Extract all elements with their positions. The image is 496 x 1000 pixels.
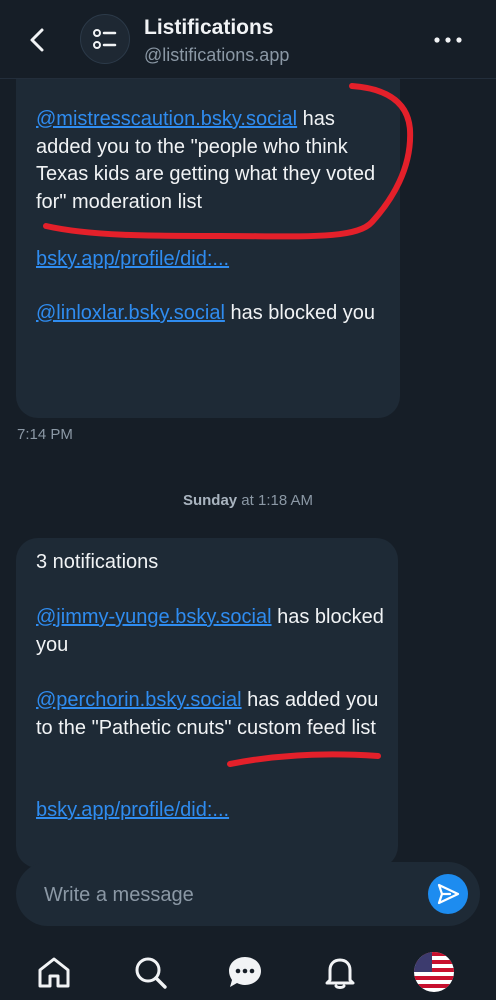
home-icon [38,957,70,988]
message-paragraph: @jimmy-yunge.bsky.social has blocked you [36,604,386,659]
profile-url-link[interactable]: bsky.app/profile/did:... [36,799,229,821]
date-separator: Sunday at 1:18 AM [0,492,496,509]
message-bubble: 3 notifications @jimmy-yunge.bsky.social… [16,538,398,868]
profile-link[interactable]: @perchorin.bsky.social [36,689,242,711]
message-paragraph: bsky.app/profile/did:... [36,797,386,825]
paper-plane-icon [437,883,460,905]
ellipsis-icon [434,37,462,43]
chat-title: Listifications [144,16,274,39]
tab-profile[interactable] [414,952,454,992]
tab-search[interactable] [130,952,170,992]
message-timestamp: 7:14 PM [17,426,73,443]
chat-handle: @listifications.app [144,45,290,65]
message-text: has blocked you [224,302,375,324]
profile-link[interactable]: @mistresscaution.bsky.social [36,108,297,130]
back-button[interactable] [20,22,56,58]
message-paragraph: @mistresscaution.bsky.social has added y… [36,106,386,216]
tab-home[interactable] [34,952,74,992]
tab-chat[interactable] [225,952,265,992]
notification-count: 3 notifications [36,551,159,573]
chat-header: Listifications @listifications.app [0,0,496,79]
bell-icon [325,958,355,989]
send-button[interactable] [428,874,468,914]
search-icon [135,957,167,989]
avatar[interactable] [80,14,130,64]
flag-avatar-icon [414,952,454,992]
message-bubble: @mistresscaution.bsky.social has added y… [16,60,400,418]
tab-notifications[interactable] [320,952,360,992]
profile-url-link[interactable]: bsky.app/profile/did:... [36,248,229,270]
bottom-tab-bar [0,940,496,1000]
profile-link[interactable]: @linloxlar.bsky.social [36,302,225,324]
message-paragraph: @linloxlar.bsky.social has blocked you [36,300,386,328]
message-paragraph: bsky.app/profile/did:... [36,246,386,274]
chevron-left-icon [30,28,44,52]
message-paragraph: @perchorin.bsky.social has added you to … [36,687,386,742]
profile-link[interactable]: @jimmy-yunge.bsky.social [36,606,272,628]
message-input[interactable] [42,878,406,912]
date-day: Sunday [182,492,238,509]
chat-icon [229,957,261,987]
list-icon [93,29,117,49]
date-time: at 1:18 AM [237,492,314,509]
more-options-button[interactable] [432,28,464,52]
message-composer [16,862,480,926]
